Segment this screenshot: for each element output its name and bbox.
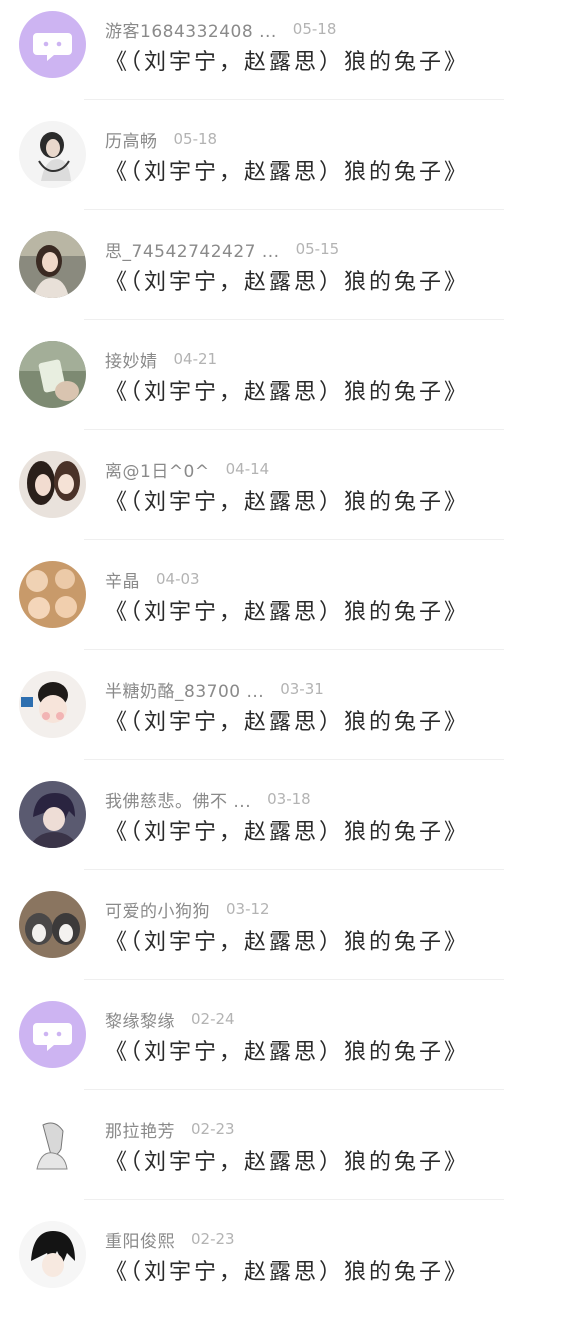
comment-text: 《（刘宇宁，赵露思）狼的兔子》 [105,1150,470,1175]
comment-text: 《（刘宇宁，赵露思）狼的兔子》 [105,50,470,75]
divider [84,539,504,540]
avatar[interactable] [19,671,86,738]
username[interactable]: 思_74542742427 ... [105,237,280,262]
comment-date: 05-15 [295,240,340,258]
comment-row[interactable]: 接妙婧 04-21 《（刘宇宁，赵露思）狼的兔子》 [0,330,587,440]
avatar[interactable] [19,1001,86,1068]
avatar[interactable] [19,781,86,848]
avatar[interactable] [19,891,86,958]
avatar[interactable] [19,121,86,188]
comment-row[interactable]: 历高畅 05-18 《（刘宇宁，赵露思）狼的兔子》 [0,110,587,220]
username[interactable]: 可爱的小狗狗 [105,897,210,922]
comment-text: 《（刘宇宁，赵露思）狼的兔子》 [105,490,470,515]
divider [84,979,504,980]
user-photo-icon [19,121,86,188]
user-photo-icon [19,1221,86,1288]
comment-meta: 我佛慈悲。佛不 ... 03-18 [105,787,311,812]
avatar[interactable] [19,1221,86,1288]
username[interactable]: 半糖奶酪_83700 ... [105,677,264,702]
username[interactable]: 游客1684332408 ... [105,17,277,42]
comment-row[interactable]: 那拉艳芳 02-23 《（刘宇宁，赵露思）狼的兔子》 [0,1100,587,1210]
comment-meta: 思_74542742427 ... 05-15 [105,237,340,262]
comment-list: 游客1684332408 ... 05-18 《（刘宇宁，赵露思）狼的兔子》 历… [0,0,587,1288]
user-photo-icon [19,781,86,848]
chat-bubble-icon [19,1001,86,1068]
comment-date: 03-12 [226,900,270,918]
user-photo-icon [19,341,86,408]
comment-text: 《（刘宇宁，赵露思）狼的兔子》 [105,1260,470,1285]
divider [84,99,504,100]
divider [84,649,504,650]
username[interactable]: 辛晶 [105,567,140,592]
chat-bubble-icon [19,11,86,78]
comment-meta: 黎缘黎缘 02-24 [105,1007,235,1032]
username[interactable]: 接妙婧 [105,347,158,372]
user-photo-icon [19,671,86,738]
comment-date: 04-14 [225,460,270,478]
username[interactable]: 那拉艳芳 [105,1117,175,1142]
divider [84,759,504,760]
user-photo-icon [19,561,86,628]
comment-row[interactable]: 游客1684332408 ... 05-18 《（刘宇宁，赵露思）狼的兔子》 [0,0,587,110]
avatar[interactable] [19,451,86,518]
username[interactable]: 离@1日^0^ [105,457,210,482]
user-photo-icon [19,891,86,958]
divider [84,1089,504,1090]
avatar[interactable] [19,341,86,408]
comment-row[interactable]: 黎缘黎缘 02-24 《（刘宇宁，赵露思）狼的兔子》 [0,990,587,1100]
comment-row[interactable]: 我佛慈悲。佛不 ... 03-18 《（刘宇宁，赵露思）狼的兔子》 [0,770,587,880]
comment-date: 05-18 [173,130,218,148]
comment-meta: 游客1684332408 ... 05-18 [105,17,337,42]
comment-date: 05-18 [292,20,337,38]
comment-date: 03-31 [280,680,324,698]
user-photo-icon [19,231,86,298]
comment-row[interactable]: 重阳俊熙 02-23 《（刘宇宁，赵露思）狼的兔子》 [0,1210,587,1320]
username[interactable]: 我佛慈悲。佛不 ... [105,787,251,812]
divider [84,209,504,210]
avatar[interactable] [19,561,86,628]
avatar[interactable] [19,1111,86,1178]
comment-text: 《（刘宇宁，赵露思）狼的兔子》 [105,380,470,405]
divider [84,429,504,430]
comment-row[interactable]: 思_74542742427 ... 05-15 《（刘宇宁，赵露思）狼的兔子》 [0,220,587,330]
comment-meta: 接妙婧 04-21 [105,347,218,372]
comment-text: 《（刘宇宁，赵露思）狼的兔子》 [105,930,470,955]
username[interactable]: 黎缘黎缘 [105,1007,175,1032]
comment-date: 04-21 [173,350,218,368]
comment-date: 02-23 [191,1120,235,1138]
comment-row[interactable]: 辛晶 04-03 《（刘宇宁，赵露思）狼的兔子》 [0,550,587,660]
comment-row[interactable]: 半糖奶酪_83700 ... 03-31 《（刘宇宁，赵露思）狼的兔子》 [0,660,587,770]
comment-text: 《（刘宇宁，赵露思）狼的兔子》 [105,160,470,185]
comment-text: 《（刘宇宁，赵露思）狼的兔子》 [105,1040,470,1065]
comment-text: 《（刘宇宁，赵露思）狼的兔子》 [105,270,470,295]
user-photo-icon [19,1111,86,1178]
user-photo-icon [19,451,86,518]
comment-text: 《（刘宇宁，赵露思）狼的兔子》 [105,710,470,735]
comment-meta: 半糖奶酪_83700 ... 03-31 [105,677,324,702]
avatar[interactable] [19,11,86,78]
comment-date: 02-23 [191,1230,235,1248]
comment-meta: 辛晶 04-03 [105,567,200,592]
comment-text: 《（刘宇宁，赵露思）狼的兔子》 [105,600,470,625]
divider [84,1199,504,1200]
comment-meta: 离@1日^0^ 04-14 [105,457,270,482]
comment-date: 02-24 [191,1010,235,1028]
divider [84,869,504,870]
comment-text: 《（刘宇宁，赵露思）狼的兔子》 [105,820,470,845]
username[interactable]: 重阳俊熙 [105,1227,175,1252]
comment-row[interactable]: 可爱的小狗狗 03-12 《（刘宇宁，赵露思）狼的兔子》 [0,880,587,990]
comment-meta: 历高畅 05-18 [105,127,218,152]
comment-date: 04-03 [156,570,200,588]
comment-date: 03-18 [267,790,311,808]
comment-meta: 重阳俊熙 02-23 [105,1227,235,1252]
comment-row[interactable]: 离@1日^0^ 04-14 《（刘宇宁，赵露思）狼的兔子》 [0,440,587,550]
comment-meta: 可爱的小狗狗 03-12 [105,897,270,922]
username[interactable]: 历高畅 [105,127,158,152]
avatar[interactable] [19,231,86,298]
comment-meta: 那拉艳芳 02-23 [105,1117,235,1142]
divider [84,319,504,320]
